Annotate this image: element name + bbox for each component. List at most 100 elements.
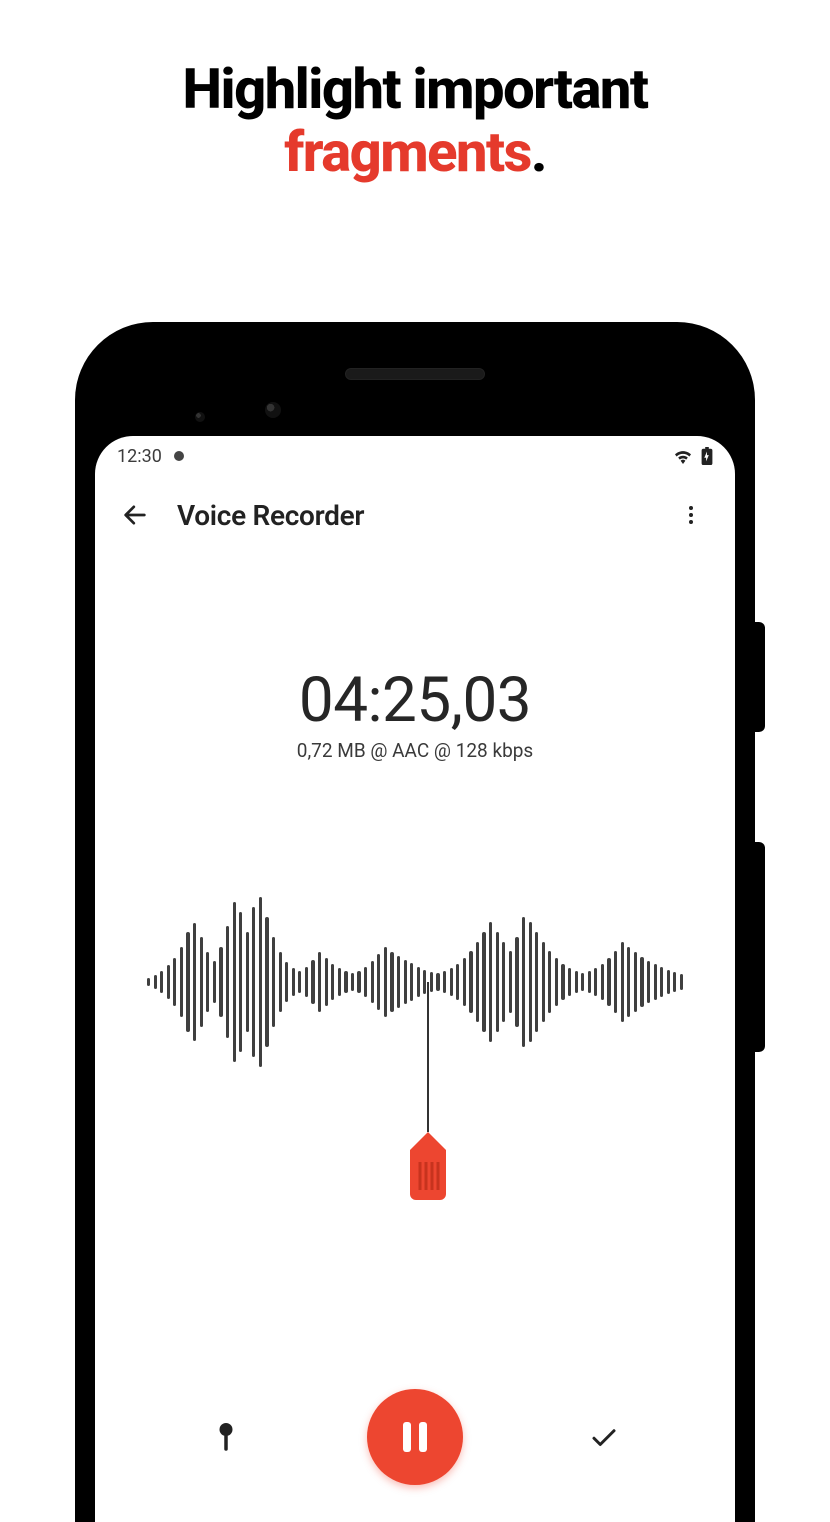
waveform-bar — [226, 926, 229, 1038]
waveform-bar — [627, 947, 630, 1017]
app-screen: 12:30 — [95, 436, 735, 1522]
status-bar: 12:30 — [95, 436, 735, 476]
waveform-bar — [206, 952, 209, 1012]
waveform-bar — [581, 973, 584, 991]
waveform-bar — [568, 968, 571, 996]
waveform-bar — [594, 968, 597, 996]
waveform-bar — [377, 954, 380, 1010]
waveform-bar — [390, 952, 393, 1012]
promo-headline: Highlight important fragments. — [0, 0, 830, 183]
waveform-bar — [607, 958, 610, 1006]
back-button[interactable] — [109, 489, 161, 541]
waveform-bar — [338, 968, 341, 996]
waveform-bar — [621, 942, 624, 1022]
waveform-bar — [509, 951, 512, 1013]
marker-line — [427, 982, 429, 1132]
waveform-bar — [561, 964, 564, 1000]
waveform-bar — [311, 960, 314, 1004]
waveform-bar — [476, 942, 479, 1022]
pin-icon — [215, 1422, 237, 1452]
waveform-bar — [601, 964, 604, 1000]
finish-recording-button[interactable] — [564, 1397, 644, 1477]
waveform-bar — [456, 964, 459, 1000]
waveform-bar — [588, 971, 591, 993]
waveform-bar — [173, 958, 176, 1006]
waveform-bar — [200, 937, 203, 1027]
waveform-bar — [364, 967, 367, 997]
waveform-bar — [239, 912, 242, 1052]
waveform-bar — [614, 951, 617, 1013]
app-bar: Voice Recorder — [95, 476, 735, 554]
waveform-bar — [667, 970, 670, 994]
phone-speaker — [345, 368, 485, 380]
waveform-bar — [265, 917, 268, 1047]
waveform-bar — [246, 932, 249, 1032]
arrow-left-icon — [121, 501, 149, 529]
waveform-bar — [680, 974, 683, 990]
status-indicator-dot — [174, 451, 184, 461]
waveform-bar — [555, 958, 558, 1006]
phone-power-button — [755, 622, 765, 732]
waveform-bar — [305, 967, 308, 997]
waveform-bar — [318, 952, 321, 1012]
fragment-marker[interactable] — [400, 982, 456, 1202]
check-icon — [589, 1422, 619, 1452]
wifi-icon — [673, 448, 693, 464]
waveform-bar — [279, 952, 282, 1012]
battery-icon — [701, 447, 713, 465]
more-options-button[interactable] — [665, 489, 717, 541]
waveform-bar — [548, 951, 551, 1013]
waveform-bar — [167, 965, 170, 999]
waveform-bar — [529, 922, 532, 1042]
waveform-bar — [213, 961, 216, 1003]
waveform-bar — [463, 958, 466, 1006]
waveform-bar — [219, 947, 222, 1017]
headline-line1: Highlight important — [183, 56, 648, 122]
waveform-bar — [325, 958, 328, 1006]
waveform-bar — [515, 937, 518, 1027]
waveform-bar — [371, 961, 374, 1003]
waveform-bar — [469, 951, 472, 1013]
tag-icon — [400, 1132, 456, 1202]
waveform-bar — [259, 897, 262, 1067]
recording-controls — [95, 1352, 735, 1522]
waveform-bar — [147, 978, 150, 986]
waveform-bar — [535, 932, 538, 1032]
headline-dot: . — [531, 119, 546, 185]
waveform-bar — [154, 975, 157, 989]
waveform-bar — [292, 968, 295, 996]
waveform-bar — [186, 932, 189, 1032]
add-marker-button[interactable] — [186, 1397, 266, 1477]
phone-sensor — [195, 412, 205, 422]
waveform-bar — [522, 917, 525, 1047]
waveform-bar — [344, 971, 347, 993]
waveform-bar — [384, 947, 387, 1017]
pause-icon — [403, 1422, 427, 1452]
recording-meta: 0,72 MB @ AAC @ 128 kbps — [95, 739, 735, 762]
waveform-bar — [496, 932, 499, 1032]
waveform-bar — [193, 923, 196, 1041]
waveform-bar — [640, 957, 643, 1007]
waveform-bar — [357, 971, 360, 993]
waveform-bar — [482, 932, 485, 1032]
waveform-bar — [502, 942, 505, 1022]
pause-recording-button[interactable] — [367, 1389, 463, 1485]
waveform[interactable] — [95, 882, 735, 1082]
status-time: 12:30 — [117, 446, 162, 467]
phone-mockup: 12:30 — [75, 322, 755, 1522]
waveform-bar — [542, 942, 545, 1022]
headline-accent: fragments — [284, 119, 531, 185]
waveform-bar — [647, 961, 650, 1003]
phone-volume-button — [755, 842, 765, 1052]
waveform-bar — [298, 971, 301, 993]
waveform-bar — [285, 962, 288, 1002]
waveform-bar — [180, 947, 183, 1017]
timer-area: 04:25,03 0,72 MB @ AAC @ 128 kbps — [95, 664, 735, 762]
waveform-bar — [233, 902, 236, 1062]
waveform-bar — [272, 937, 275, 1027]
waveform-bar — [575, 971, 578, 993]
waveform-bar — [634, 952, 637, 1012]
waveform-bar — [654, 964, 657, 1000]
waveform-bar — [660, 967, 663, 997]
waveform-bar — [351, 973, 354, 991]
